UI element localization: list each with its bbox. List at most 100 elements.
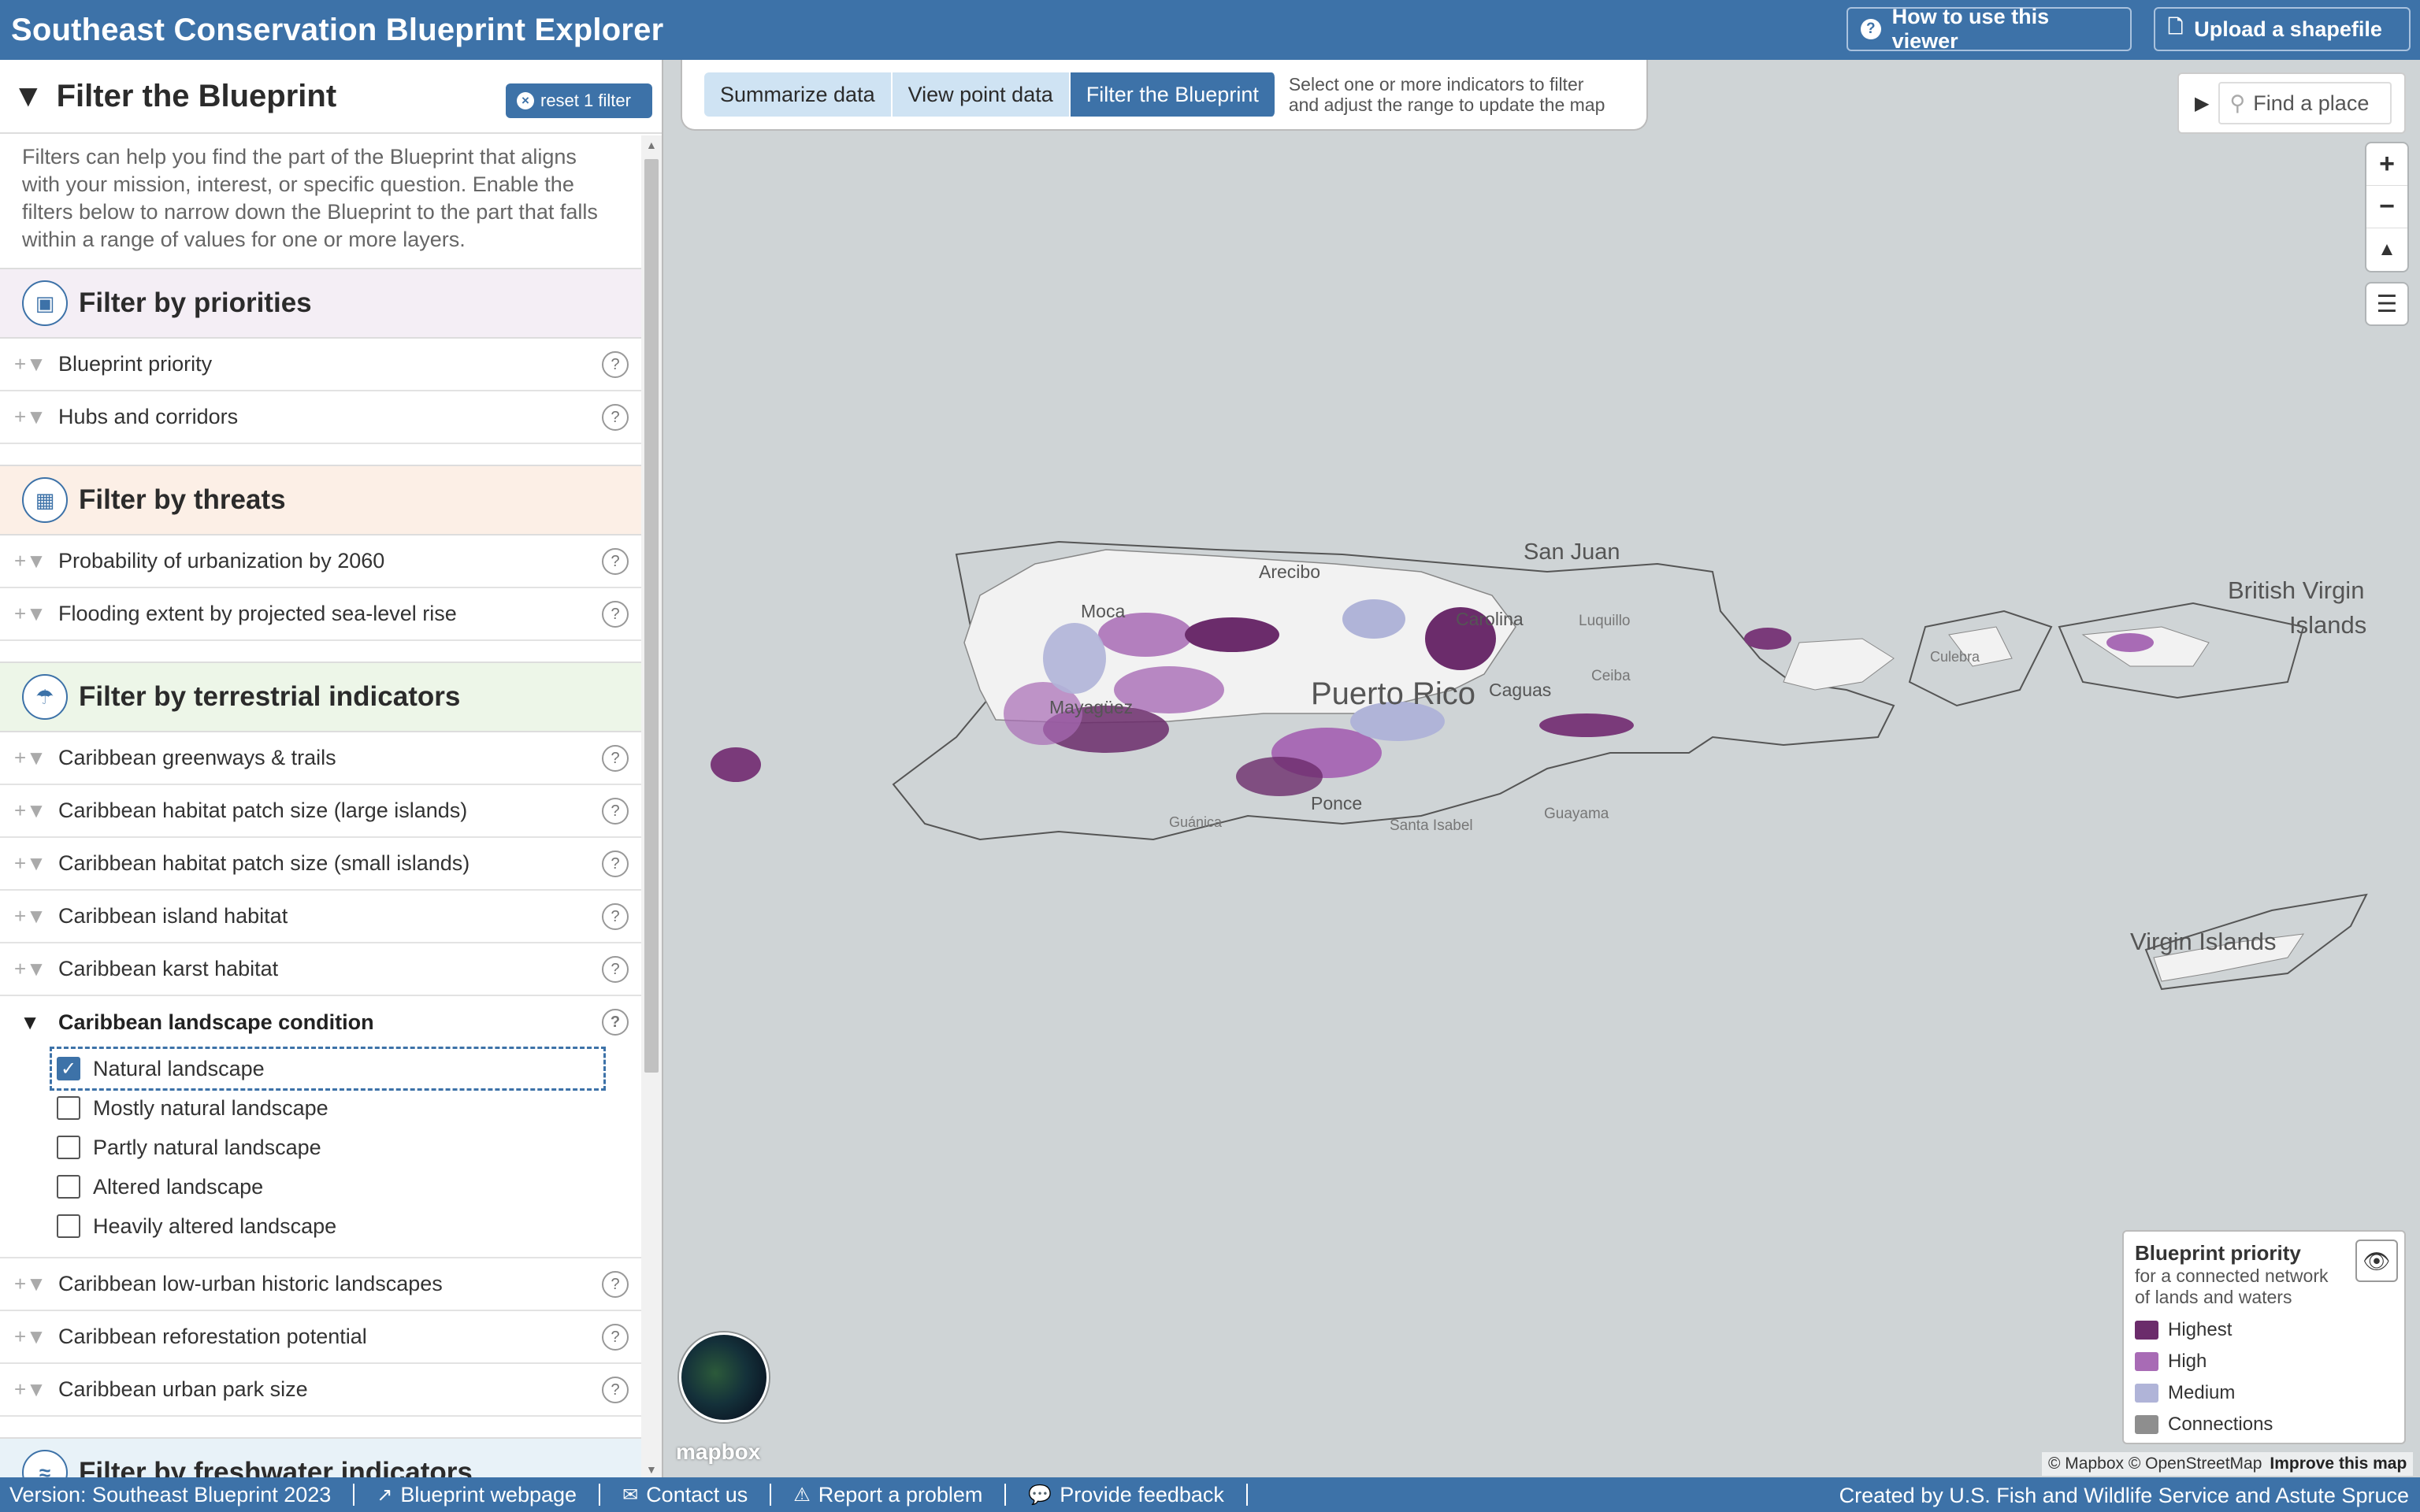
checkbox[interactable] xyxy=(57,1136,80,1159)
info-icon[interactable]: ? xyxy=(602,956,629,983)
sidebar-scrollbar[interactable]: ▲ ▼ xyxy=(641,135,662,1477)
map-attribution: © Mapbox © OpenStreetMap Improve this ma… xyxy=(2042,1452,2414,1476)
info-icon[interactable]: ? xyxy=(602,1271,629,1298)
sidebar-scroll-area[interactable]: Filters can help you find the part of th… xyxy=(0,135,641,1477)
contact-link[interactable]: ✉ Contact us xyxy=(600,1482,772,1506)
comments-icon: 💬 xyxy=(1028,1484,1052,1506)
option-partly-natural[interactable]: Partly natural landscape xyxy=(57,1128,641,1167)
expand-search-icon[interactable]: ▶ xyxy=(2195,92,2209,115)
filter-row-low-urban-historic[interactable]: +▼ Caribbean low-urban historic landscap… xyxy=(0,1258,641,1311)
section-spacer xyxy=(0,641,641,663)
legend-swatch xyxy=(2135,1415,2158,1434)
section-spacer xyxy=(0,1417,641,1439)
checkbox-checked[interactable]: ✓ xyxy=(57,1057,80,1080)
info-icon[interactable]: ? xyxy=(602,1324,629,1351)
section-threats-title: Filter by threats xyxy=(79,484,286,515)
feedback-label: Provide feedback xyxy=(1060,1482,1224,1506)
option-label: Heavily altered landscape xyxy=(93,1214,337,1238)
attribution-text[interactable]: © Mapbox © OpenStreetMap xyxy=(2048,1455,2262,1473)
layers-button[interactable]: ☰ xyxy=(2366,284,2407,324)
filter-row-flooding[interactable]: +▼ Flooding extent by projected sea-leve… xyxy=(0,588,641,641)
filter-row-urban-park[interactable]: +▼ Caribbean urban park size ? xyxy=(0,1364,641,1417)
improve-map-link[interactable]: Improve this map xyxy=(2270,1455,2407,1473)
file-icon: 🗋 xyxy=(2168,16,2184,38)
upload-shapefile-button[interactable]: 🗋 Upload a shapefile xyxy=(2154,7,2411,51)
filter-label: Caribbean landscape condition xyxy=(58,1010,374,1034)
legend-item-highest: Highest xyxy=(2135,1314,2393,1346)
section-terrestrial: ☂ Filter by terrestrial indicators xyxy=(0,663,641,732)
zoom-controls: + − ▲ xyxy=(2366,143,2407,271)
island-tree-icon: ☂ xyxy=(22,674,68,720)
zoom-in-button[interactable]: + xyxy=(2366,143,2407,186)
checkbox[interactable] xyxy=(57,1175,80,1199)
label-santa-isabel: Santa Isabel xyxy=(1390,817,1473,834)
section-spacer xyxy=(0,444,641,466)
map-icon: ▣ xyxy=(22,280,68,326)
filter-row-landscape-condition[interactable]: ▼ Caribbean landscape condition ? xyxy=(0,996,641,1049)
exclamation-icon: ⚠ xyxy=(793,1484,811,1506)
filter-add-icon: +▼ xyxy=(14,1325,46,1348)
sidebar-title: Filter the Blueprint xyxy=(56,78,337,113)
filter-row-greenways[interactable]: +▼ Caribbean greenways & trails ? xyxy=(0,732,641,785)
info-icon[interactable]: ? xyxy=(602,745,629,772)
checkbox[interactable] xyxy=(57,1214,80,1238)
report-problem-link[interactable]: ⚠ Report a problem xyxy=(771,1483,1007,1506)
info-icon[interactable]: ? xyxy=(602,798,629,825)
filter-row-patch-small[interactable]: +▼ Caribbean habitat patch size (small i… xyxy=(0,838,641,891)
info-icon[interactable]: ? xyxy=(602,548,629,575)
info-icon[interactable]: ? xyxy=(602,601,629,628)
envelope-icon: ✉ xyxy=(622,1484,639,1506)
scroll-up-icon[interactable]: ▲ xyxy=(646,139,657,151)
checkbox[interactable] xyxy=(57,1096,80,1120)
label-puerto-rico: Puerto Rico xyxy=(1311,676,1475,711)
app-header: Southeast Conservation Blueprint Explore… xyxy=(0,0,2420,60)
info-icon[interactable]: ? xyxy=(602,1009,629,1036)
filter-add-icon: +▼ xyxy=(14,851,46,875)
label-ceiba: Ceiba xyxy=(1591,668,1631,684)
label-virgin-islands: Virgin Islands xyxy=(2130,928,2277,955)
filter-row-patch-large[interactable]: +▼ Caribbean habitat patch size (large i… xyxy=(0,785,641,838)
reset-north-button[interactable]: ▲ xyxy=(2366,228,2407,271)
option-mostly-natural[interactable]: Mostly natural landscape xyxy=(57,1088,641,1128)
filter-row-blueprint-priority[interactable]: +▼ Blueprint priority ? xyxy=(0,339,641,391)
sidebar-header: ▼ Filter the Blueprint × reset 1 filter xyxy=(0,60,662,134)
info-icon[interactable]: ? xyxy=(602,1377,629,1403)
search-input[interactable]: ⚲ Find a place xyxy=(2218,82,2392,124)
mapbox-logo[interactable]: mapbox xyxy=(676,1440,760,1465)
mode-hint-line1: Select one or more indicators to filter xyxy=(1288,74,1584,94)
reset-filter-button[interactable]: × reset 1 filter xyxy=(506,83,652,118)
place-search: ▶ ⚲ Find a place xyxy=(2177,72,2406,134)
info-icon[interactable]: ? xyxy=(602,850,629,877)
section-freshwater: ≈ Filter by freshwater indicators xyxy=(0,1439,641,1477)
eye-icon[interactable]: 👁 xyxy=(2355,1240,2398,1282)
scroll-down-icon[interactable]: ▼ xyxy=(646,1463,657,1476)
option-natural-landscape[interactable]: ✓ Natural landscape xyxy=(50,1047,606,1091)
info-icon[interactable]: ? xyxy=(602,404,629,431)
tab-summarize-data[interactable]: Summarize data xyxy=(704,72,893,117)
option-heavily-altered[interactable]: Heavily altered landscape xyxy=(57,1206,641,1246)
filter-row-reforestation[interactable]: +▼ Caribbean reforestation potential ? xyxy=(0,1311,641,1364)
feedback-link[interactable]: 💬 Provide feedback xyxy=(1006,1482,1248,1506)
how-to-use-button[interactable]: ? How to use this viewer xyxy=(1847,5,2132,53)
tab-view-point-data[interactable]: View point data xyxy=(892,72,1071,117)
blueprint-webpage-link[interactable]: ↗ Blueprint webpage xyxy=(354,1483,601,1506)
tab-filter-blueprint[interactable]: Filter the Blueprint xyxy=(1070,72,1276,117)
info-icon[interactable]: ? xyxy=(602,351,629,378)
mode-toolbar: Summarize data View point data Filter th… xyxy=(681,60,1648,131)
info-icon[interactable]: ? xyxy=(602,903,629,930)
scroll-thumb[interactable] xyxy=(644,159,659,1073)
app-title: Southeast Conservation Blueprint Explore… xyxy=(11,12,664,47)
section-priorities: ▣ Filter by priorities xyxy=(0,269,641,339)
basemap-toggle[interactable] xyxy=(679,1332,769,1422)
filter-label: Hubs and corridors xyxy=(58,405,239,428)
option-altered[interactable]: Altered landscape xyxy=(57,1167,641,1206)
version-label: Version: Southeast Blueprint 2023 xyxy=(9,1482,332,1506)
filter-row-urbanization[interactable]: +▼ Probability of urbanization by 2060 ? xyxy=(0,536,641,588)
filter-label: Caribbean greenways & trails xyxy=(58,746,336,769)
filter-row-hubs-corridors[interactable]: +▼ Hubs and corridors ? xyxy=(0,391,641,444)
filter-row-island-habitat[interactable]: +▼ Caribbean island habitat ? xyxy=(0,891,641,943)
filter-row-karst[interactable]: +▼ Caribbean karst habitat ? xyxy=(0,943,641,996)
zoom-out-button[interactable]: − xyxy=(2366,186,2407,228)
option-label: Natural landscape xyxy=(93,1056,265,1080)
contact-label: Contact us xyxy=(646,1482,748,1506)
